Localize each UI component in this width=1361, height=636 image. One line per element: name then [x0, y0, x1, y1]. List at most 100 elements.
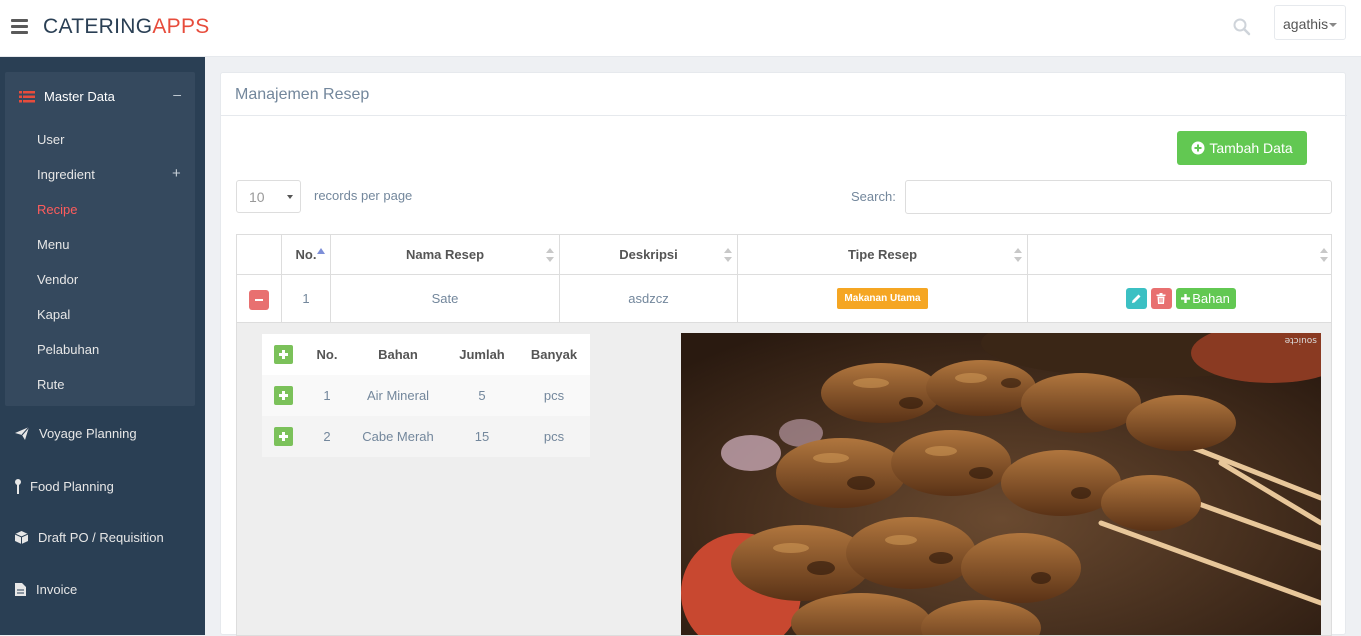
sub-cell-no: 1 [323, 388, 331, 403]
sidebar-item-rute[interactable]: Rute [37, 377, 64, 392]
sub-cell-bahan: Cabe Merah [362, 429, 434, 444]
sub-cell-banyak: pcs [543, 429, 565, 444]
expand-toggle[interactable]: + [172, 165, 181, 182]
brand-accent: APPS [152, 15, 210, 38]
sub-header-banyak: Banyak [530, 347, 578, 362]
page-title: Manajemen Resep [235, 86, 370, 103]
records-per-page-label: records per page [314, 188, 413, 203]
sub-cell-no: 2 [323, 429, 331, 444]
plus-icon [1181, 294, 1191, 303]
cell-actions: Bahan [1027, 275, 1331, 322]
photo-watermark: ǝʇɔᴉnos [1284, 336, 1317, 346]
sort-icon [724, 248, 732, 262]
edit-button[interactable] [1125, 288, 1147, 309]
cube-icon [14, 531, 29, 544]
title-divider [221, 115, 1347, 116]
brand-logo[interactable]: CATERINGAPPS [43, 15, 210, 39]
sidebar: Master Data – User Ingredient + Recipe Me… [0, 57, 205, 635]
sub-header-jumlah: Jumlah [459, 347, 505, 362]
file-icon [15, 583, 26, 596]
row-add-button[interactable] [273, 427, 293, 446]
section-label: Master Data [44, 89, 115, 104]
header-tipe-resep[interactable]: Tipe Resep [737, 235, 1027, 274]
content-panel: Manajemen Resep Tambah Data 10 records p… [220, 72, 1347, 636]
paper-plane-icon [15, 426, 30, 440]
sidebar-item-label: Food Planning [30, 478, 114, 494]
sort-icon [546, 248, 554, 262]
bahan-label: Bahan [1192, 291, 1230, 306]
sub-header-bahan: Bahan [378, 347, 418, 362]
search-label: Search: [851, 189, 896, 204]
brand-main: CATERING [43, 15, 153, 38]
records-per-page-select[interactable]: 10 [236, 180, 301, 213]
sidebar-section-master-data[interactable]: Master Data [19, 89, 115, 104]
search-icon[interactable] [1232, 17, 1252, 37]
sidebar-item-recipe[interactable]: Recipe [37, 202, 77, 217]
recipe-photo: ǝʇɔᴉnos [681, 333, 1321, 635]
caret-down-icon [287, 195, 293, 199]
delete-button[interactable] [1150, 288, 1172, 309]
header-label: No. [295, 247, 317, 262]
ingredient-subtable: No. Bahan Jumlah Banyak 1 Air Mineral 5 … [262, 334, 590, 457]
sub-cell-jumlah: 5 [478, 388, 486, 403]
sort-icon [1014, 248, 1022, 262]
master-data-panel: Master Data – User Ingredient + Recipe Me… [5, 72, 195, 406]
cell-no: 1 [281, 275, 330, 322]
cell-tipe-resep: Makanan Utama [737, 275, 1027, 322]
satay-image [681, 333, 1321, 635]
sub-cell-banyak: pcs [543, 388, 565, 403]
table-header: No. Nama Resep Deskripsi Tipe Resep [237, 235, 1331, 275]
sidebar-item-food-planning[interactable]: Food Planning [14, 478, 114, 494]
sidebar-item-label: Ingredient [37, 167, 95, 182]
expand-cell [237, 275, 281, 322]
collapse-toggle[interactable]: – [173, 86, 181, 102]
sidebar-item-ingredient[interactable]: Ingredient + [37, 165, 181, 182]
subtable-header: No. Bahan Jumlah Banyak [262, 334, 590, 375]
sidebar-item-label: Voyage Planning [39, 426, 137, 441]
subtable-add-cell [262, 334, 304, 375]
row-action-cell [262, 375, 304, 416]
sort-icon [1320, 248, 1328, 262]
header-no[interactable]: No. [281, 235, 330, 274]
cell-nama-resep: Sate [330, 275, 559, 322]
sub-cell-bahan: Air Mineral [366, 388, 430, 403]
add-data-label: Tambah Data [1209, 140, 1293, 156]
sidebar-item-invoice[interactable]: Invoice [14, 582, 77, 597]
collapse-row-button[interactable] [249, 289, 269, 310]
header-actions[interactable] [1027, 235, 1331, 274]
list-item: 1 Air Mineral 5 pcs [262, 375, 590, 416]
sidebar-item-label: Invoice [36, 582, 78, 597]
trash-icon [1156, 293, 1166, 304]
pencil-icon [1131, 294, 1140, 303]
recipe-table: No. Nama Resep Deskripsi Tipe Resep 1 Sa… [236, 234, 1332, 636]
sub-header-no: No. [316, 347, 338, 362]
header-expand [237, 235, 281, 274]
sidebar-item-voyage-planning[interactable]: Voyage Planning [14, 426, 137, 441]
header-label: Tipe Resep [847, 247, 918, 262]
records-per-page-value: 10 [249, 189, 265, 205]
sidebar-item-kapal[interactable]: Kapal [37, 307, 70, 322]
sidebar-item-vendor[interactable]: Vendor [37, 272, 78, 287]
search-input[interactable] [905, 180, 1332, 214]
sidebar-item-draft-po[interactable]: Draft PO / Requisition [14, 530, 164, 545]
user-dropdown[interactable]: agathis [1274, 5, 1346, 40]
table-row: 1 Sate asdzcz Makanan Utama Bahan [237, 275, 1331, 323]
header-nama-resep[interactable]: Nama Resep [330, 235, 559, 274]
sidebar-item-menu[interactable]: Menu [37, 237, 70, 252]
caret-down-icon [1329, 23, 1337, 27]
recipe-type-badge: Makanan Utama [837, 288, 928, 309]
list-item: 2 Cabe Merah 15 pcs [262, 416, 590, 457]
row-action-cell [262, 416, 304, 457]
header-deskripsi[interactable]: Deskripsi [559, 235, 737, 274]
bahan-button[interactable]: Bahan [1175, 288, 1236, 309]
sidebar-item-pelabuhan[interactable]: Pelabuhan [37, 342, 99, 357]
add-data-button[interactable]: Tambah Data [1177, 131, 1307, 165]
add-ingredient-button[interactable] [273, 345, 293, 364]
sidebar-item-user[interactable]: User [37, 132, 64, 147]
menu-toggle-icon[interactable] [11, 19, 28, 34]
row-add-button[interactable] [273, 386, 293, 405]
sub-cell-jumlah: 15 [474, 429, 490, 444]
header-label: Deskripsi [619, 247, 678, 262]
sort-asc-icon [317, 248, 325, 254]
header-label: Nama Resep [405, 247, 485, 262]
